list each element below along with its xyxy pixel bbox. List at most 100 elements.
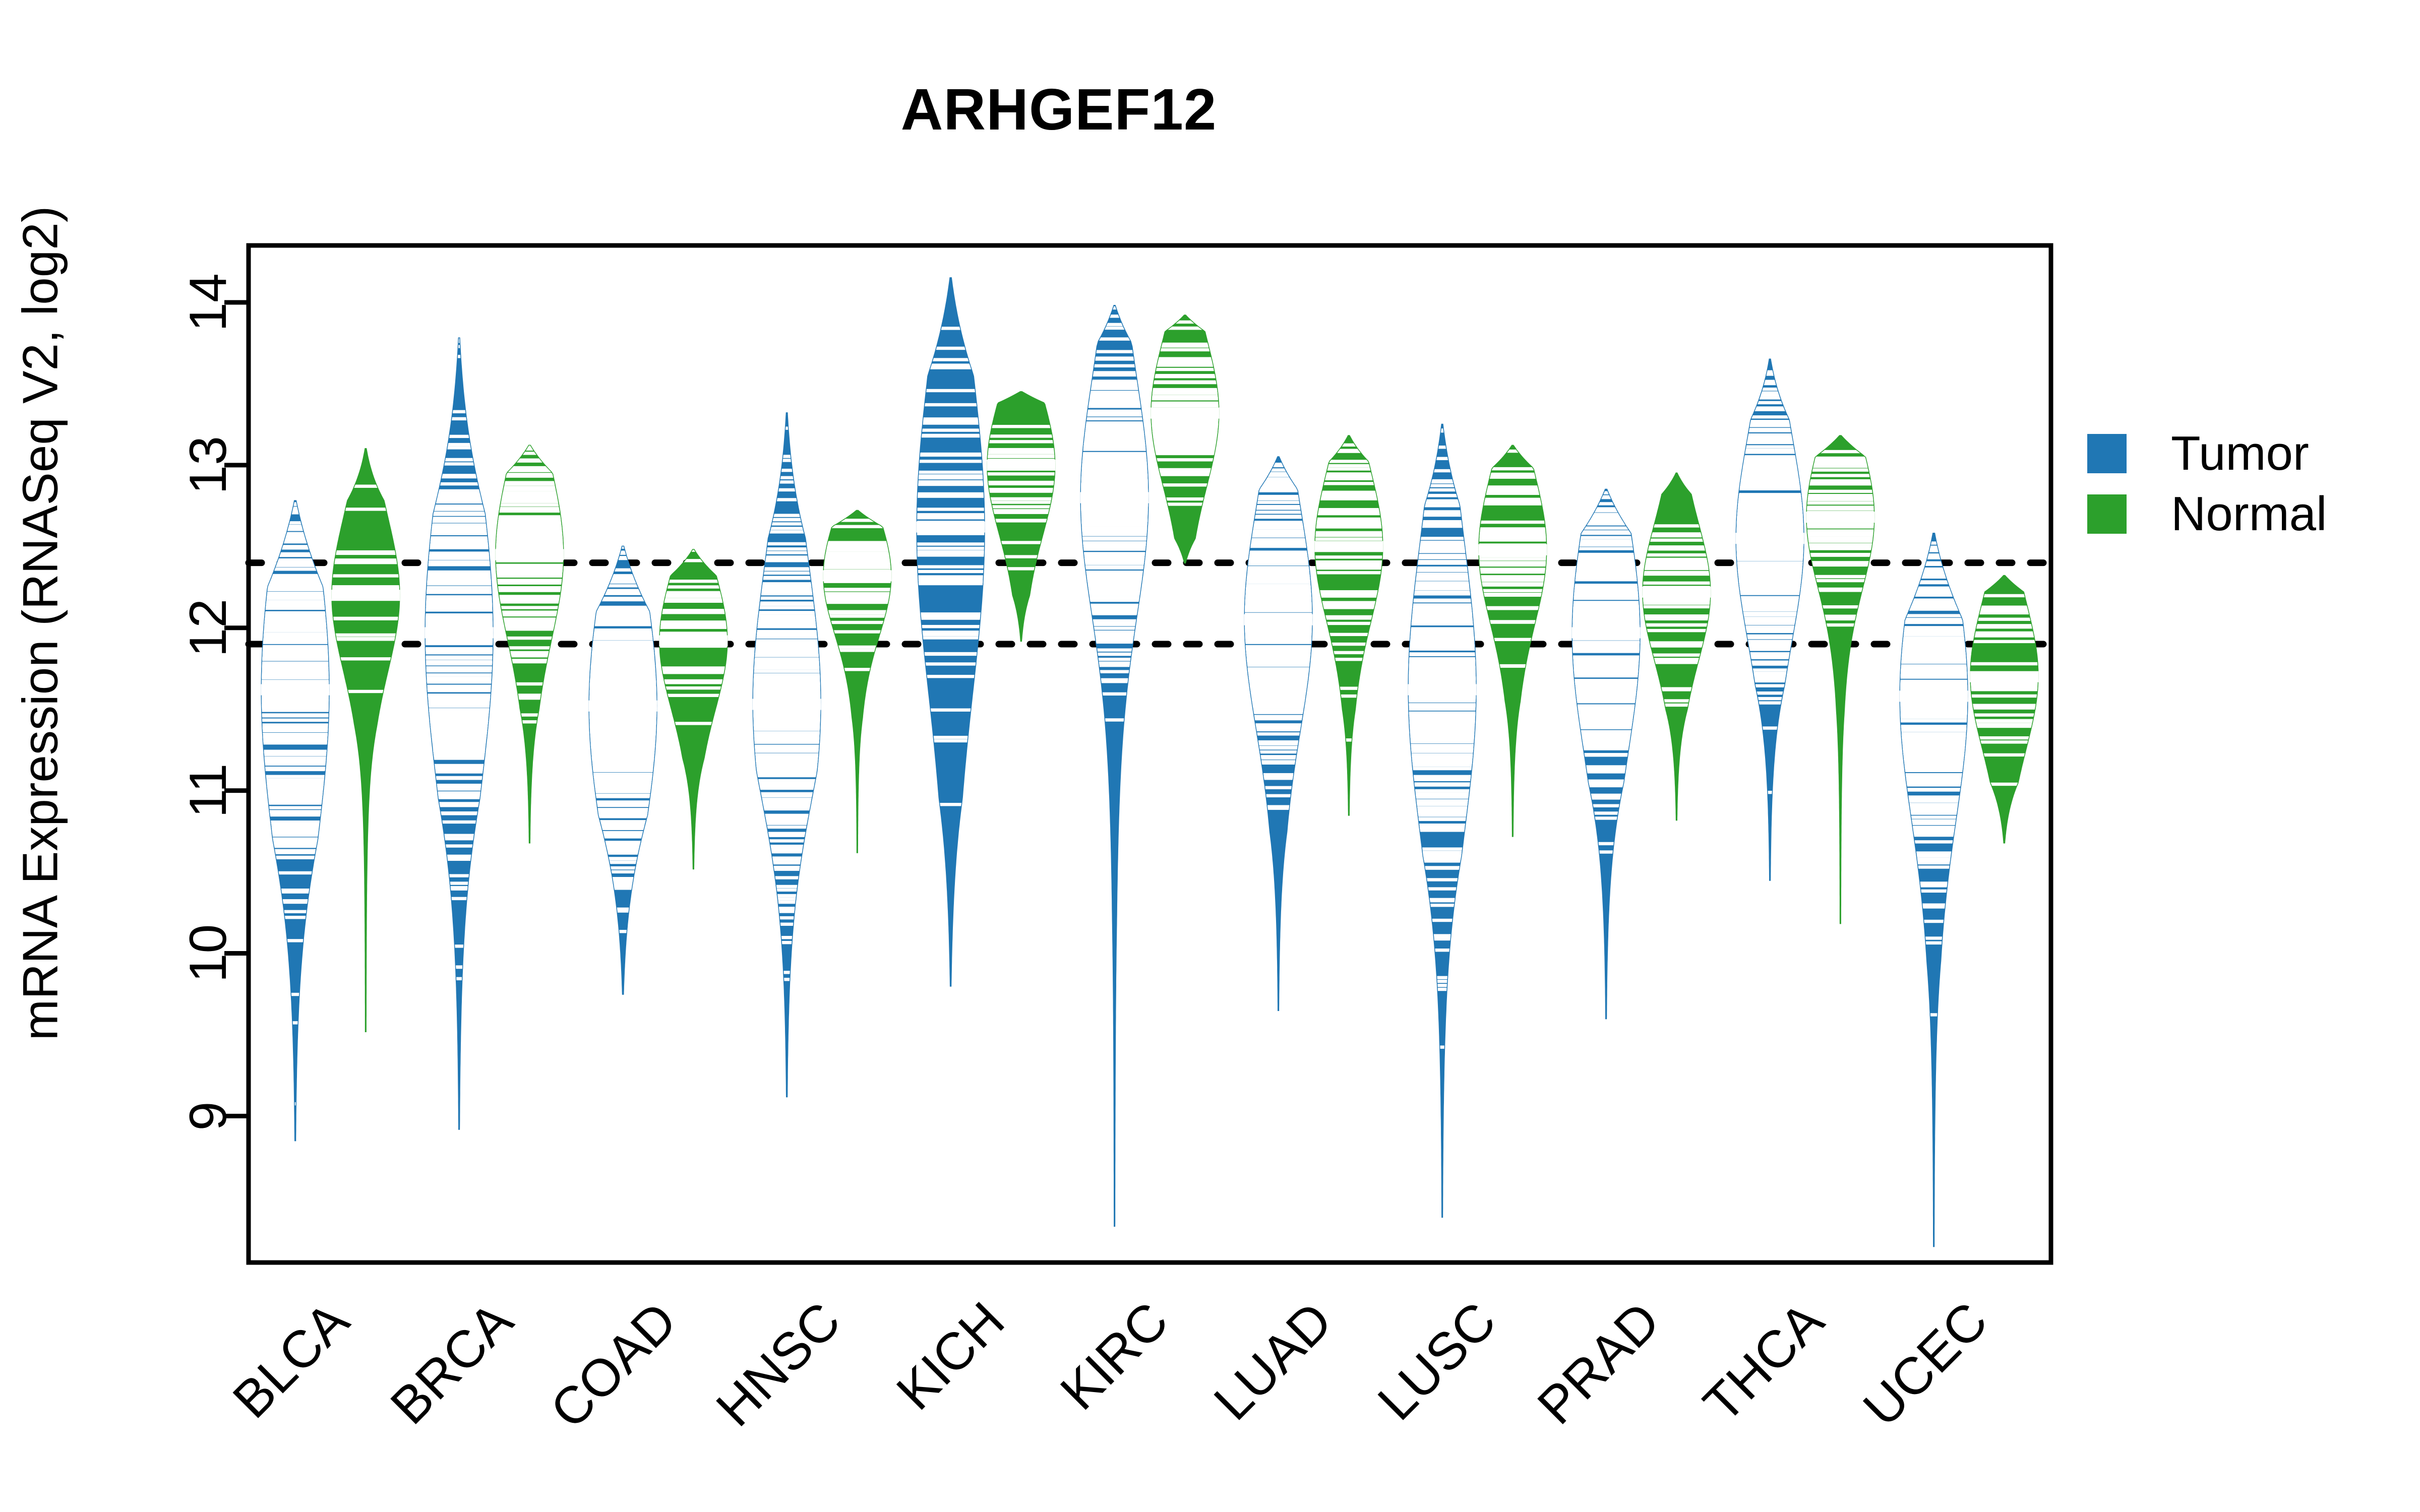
- bean-strip-gap: [1151, 452, 1219, 456]
- bean-strip-gap: [1409, 499, 1476, 502]
- bean-strip-gap: [332, 551, 399, 555]
- bean-median-line: [1899, 690, 1968, 702]
- bean-strip-gap: [1081, 648, 1148, 652]
- bean-strip-gap: [1081, 637, 1148, 641]
- bean-strip-gap: [426, 596, 493, 599]
- bean-strip-gap: [1970, 753, 2038, 757]
- bean-strip-gap: [753, 761, 821, 765]
- bean-strip-gap: [1081, 437, 1148, 440]
- bean-strip-gap: [659, 694, 727, 698]
- bean-strip-gap: [753, 866, 821, 869]
- bean-strip-gap: [987, 487, 1055, 491]
- bean-strip-gap: [1900, 1013, 1968, 1017]
- bean-strip-gap: [1572, 782, 1640, 786]
- bean-strip-gap: [262, 534, 329, 537]
- bean-strip-gap: [917, 428, 985, 432]
- bean-strip-gap: [1409, 866, 1476, 869]
- bean-strip-gap: [987, 519, 1055, 523]
- bean-strip-gap: [1572, 642, 1640, 646]
- bean-strip-gap: [1151, 380, 1219, 384]
- bean-strip-gap: [1315, 571, 1382, 575]
- bean-strip-gap: [1572, 804, 1640, 807]
- bean-strip-gap: [589, 800, 657, 804]
- bean-strip-gap: [1245, 685, 1312, 689]
- bean-strip-gap: [426, 680, 493, 683]
- bean-strip-gap: [1900, 666, 1968, 670]
- bean-strip-gap: [262, 645, 329, 649]
- bean-strip-gap: [1572, 796, 1640, 800]
- bean-strip-gap: [1409, 469, 1476, 473]
- bean-strip-gap: [1081, 657, 1148, 661]
- bean-strip-gap: [496, 574, 563, 578]
- bean-strip-gap: [1245, 651, 1312, 655]
- bean-strip-gap: [1151, 375, 1219, 379]
- bean-strip-gap: [1081, 633, 1148, 636]
- bean-strip-gap: [426, 965, 493, 969]
- bean-strip-gap: [1970, 594, 2038, 598]
- bean-strip-gap: [1970, 782, 2038, 786]
- bean-strip-gap: [1900, 545, 1968, 549]
- bean-strip-gap: [1736, 415, 1804, 419]
- bean-strip-gap: [753, 714, 821, 717]
- bean-strip-gap: [1081, 448, 1148, 451]
- bean-strip-gap: [753, 619, 821, 623]
- bean-strip-gap: [262, 827, 329, 831]
- bean-strip-gap: [1572, 554, 1640, 558]
- bean-strip-gap: [823, 649, 891, 652]
- bean-strip-gap: [1245, 589, 1312, 593]
- bean-strip-gap: [1409, 789, 1476, 793]
- bean-strip-gap: [426, 560, 493, 564]
- bean-strip-gap: [589, 788, 657, 792]
- bean-strip-gap: [262, 737, 329, 741]
- bean-strip-gap: [1409, 802, 1476, 806]
- bean-strip-gap: [1409, 707, 1476, 711]
- bean-strip-gap: [987, 509, 1055, 513]
- bean-strip-gap: [1081, 587, 1148, 591]
- bean-strip-gap: [1900, 670, 1968, 673]
- bean-strip-gap: [589, 631, 657, 635]
- bean-strip-gap: [1900, 773, 1968, 777]
- bean-strip-gap: [1900, 614, 1968, 617]
- bean-strip-gap: [753, 498, 821, 501]
- bean-strip-gap: [1151, 326, 1219, 330]
- bean-strip-gap: [1900, 580, 1968, 584]
- bean-strip-gap: [1245, 477, 1312, 481]
- bean-strip-gap: [1409, 513, 1476, 517]
- bean-strip-gap: [1479, 502, 1546, 506]
- bean-strip-gap: [589, 833, 657, 837]
- bean-strip-gap: [1806, 605, 1874, 609]
- bean-strip-gap: [1900, 541, 1968, 545]
- bean-strip-gap: [1245, 750, 1312, 754]
- bean-strip-gap: [1409, 718, 1476, 722]
- bean-strip-gap: [1900, 941, 1968, 945]
- bean-strip-gap: [1900, 588, 1968, 592]
- bean-strip-gap: [426, 745, 493, 748]
- bean-strip-gap: [589, 551, 657, 554]
- bean-strip-gap: [917, 674, 985, 678]
- beanplot-svg: 9 10 11 12 13 14 BLCA BRCA COAD HNSC KICH KIRC LUAD L…: [179, 243, 2054, 1439]
- bean-strip-gap: [1900, 653, 1968, 656]
- bean-strip-gap: [1970, 640, 2038, 644]
- bean-strip-gap: [1245, 464, 1312, 468]
- bean-strip-gap: [1900, 719, 1968, 723]
- bean-strip-gap: [753, 753, 821, 757]
- bean-strip-gap: [753, 518, 821, 522]
- bean-strip-gap: [753, 844, 821, 848]
- bean-strip-gap: [1970, 687, 2038, 691]
- bean-strip-gap: [589, 589, 657, 592]
- x-tick-label-HNSC: HNSC: [705, 1291, 852, 1437]
- bean-strip-gap: [426, 526, 493, 529]
- bean-strip-gap: [1081, 692, 1148, 696]
- bean-strip-gap: [659, 611, 727, 614]
- bean-strip-gap: [1900, 806, 1968, 810]
- bean-strip-gap: [1572, 541, 1640, 545]
- bean-strip-gap: [1736, 440, 1804, 445]
- bean-strip-gap: [262, 633, 329, 636]
- bean-strip-gap: [1572, 604, 1640, 607]
- bean-strip-gap: [917, 513, 985, 517]
- bean-strip-gap: [753, 547, 821, 551]
- bean-strip-gap: [1900, 781, 1968, 784]
- bean-strip-gap: [1736, 617, 1804, 620]
- x-axis: BLCA BRCA COAD HNSC KICH KIRC LUAD LUSC PRAD THCA…: [222, 1291, 1999, 1439]
- bean-strip-gap: [1736, 388, 1804, 391]
